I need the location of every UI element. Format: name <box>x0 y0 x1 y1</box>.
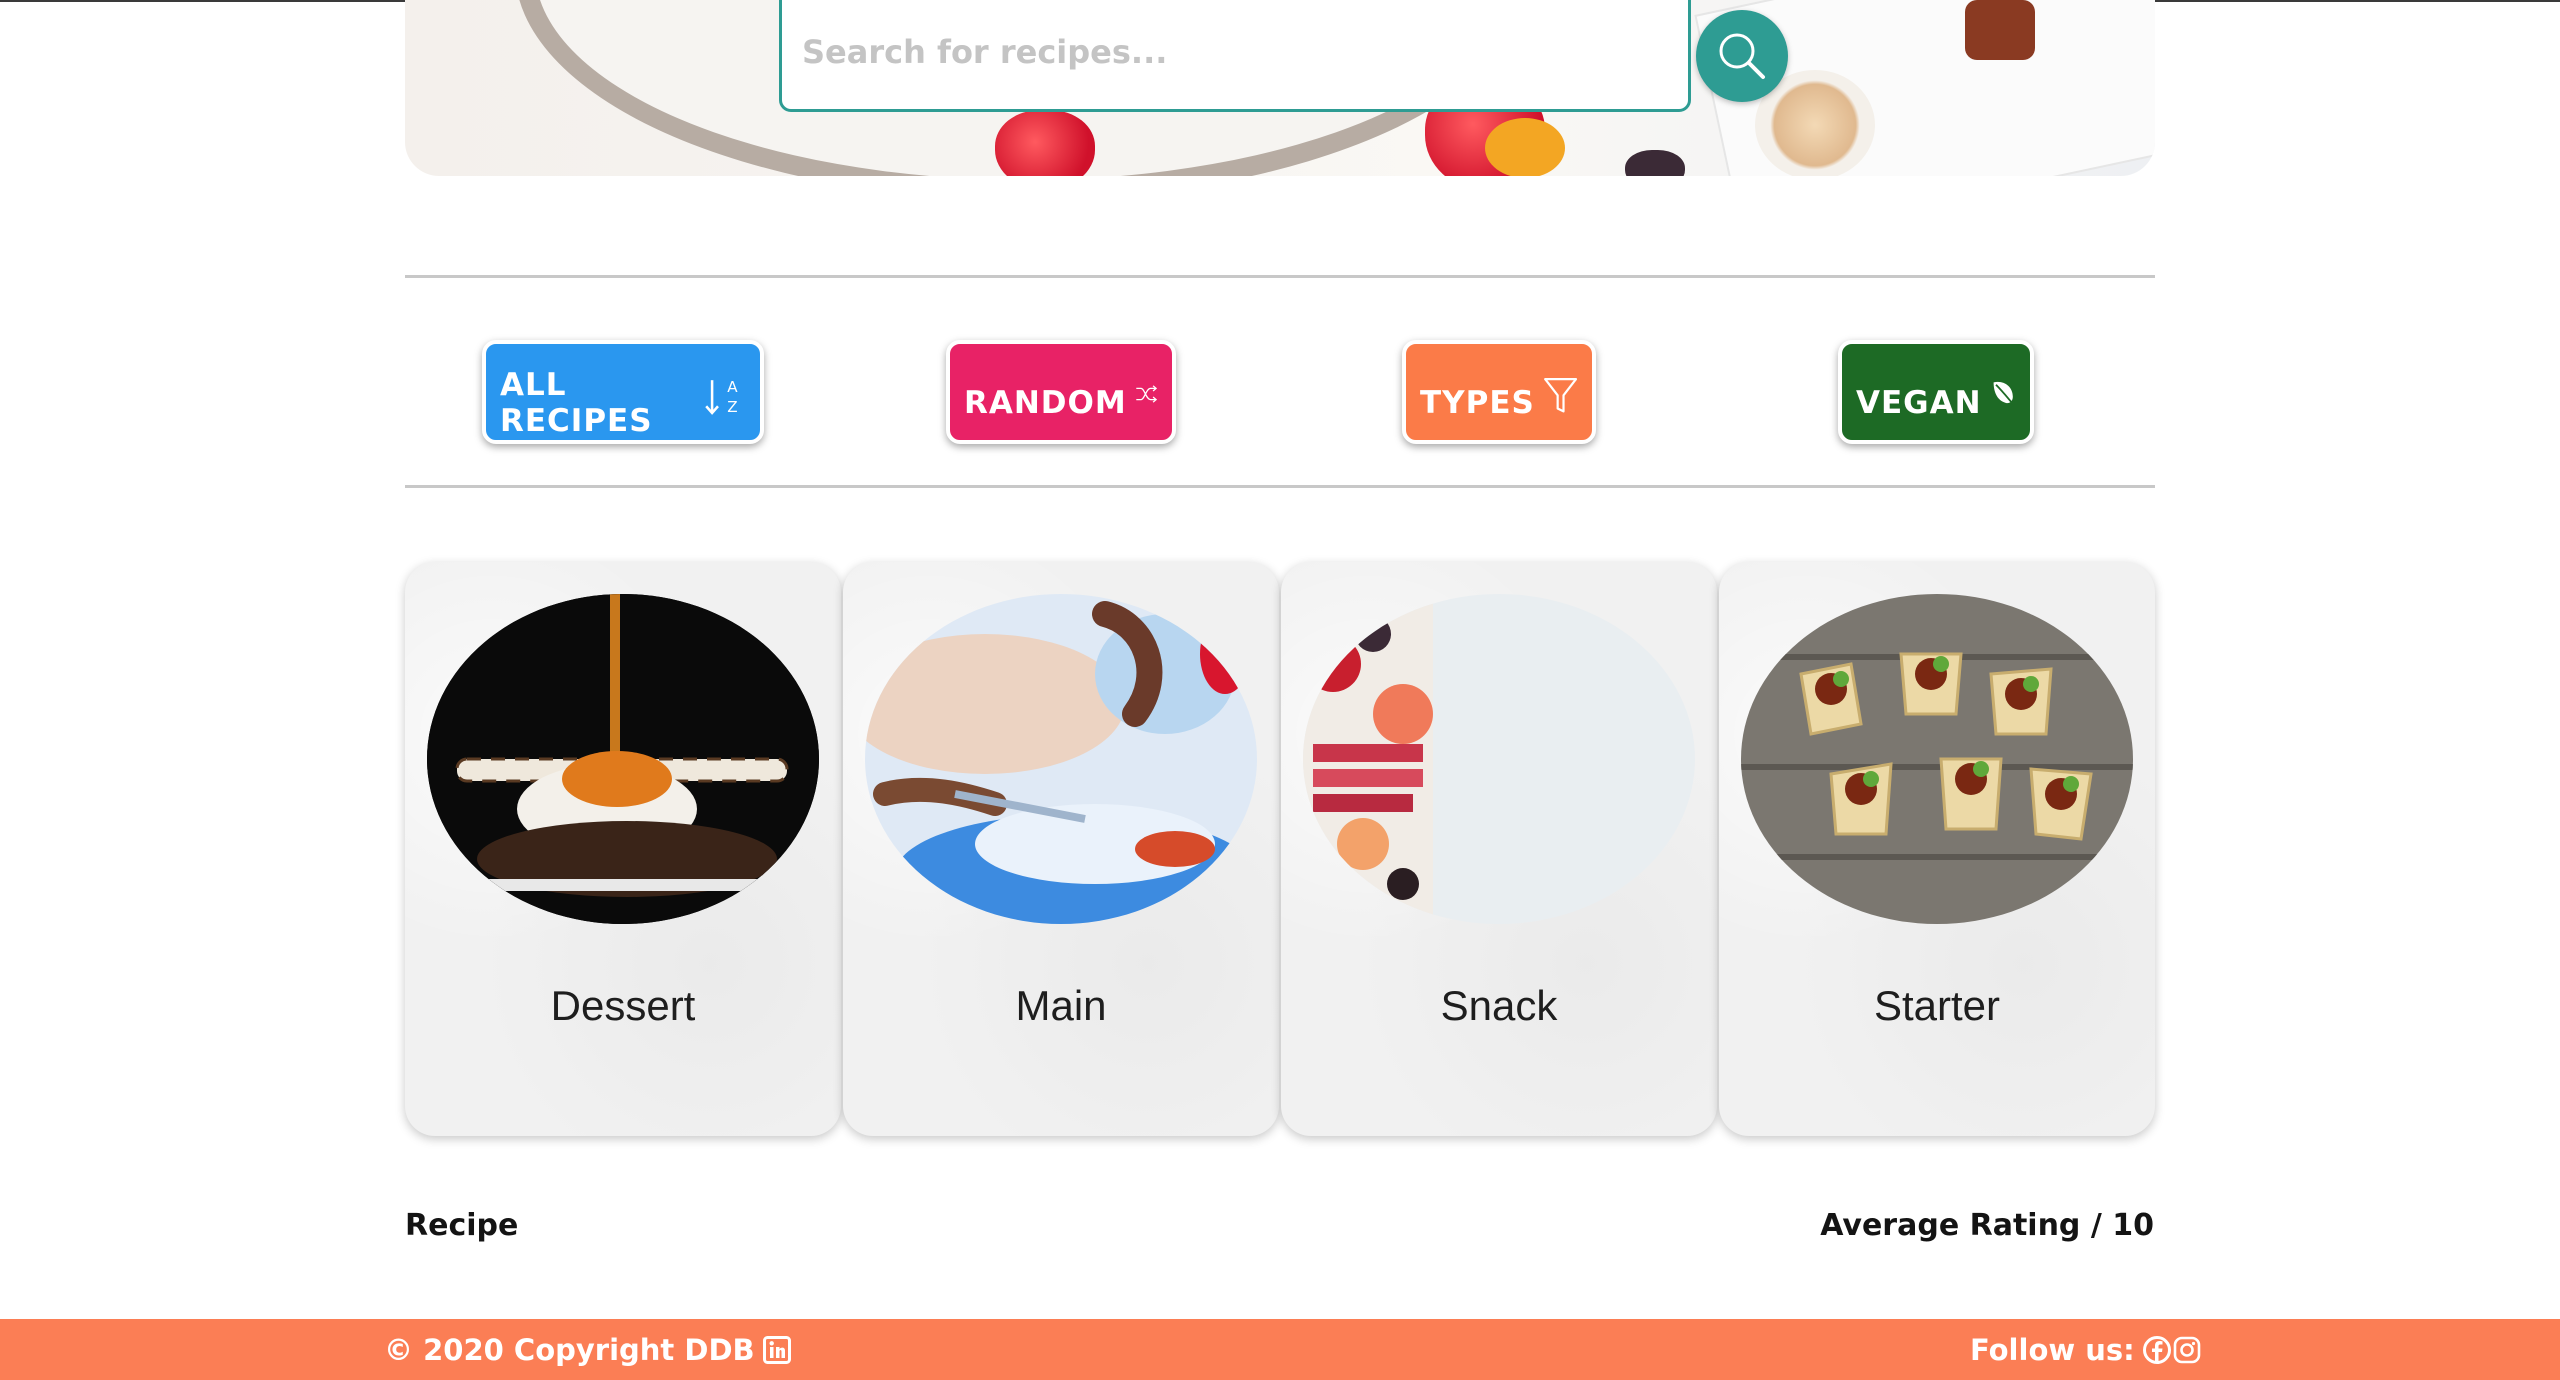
types-label: TYPES <box>1420 385 1535 421</box>
instagram-icon <box>2173 1336 2201 1363</box>
recipe-column-header: Recipe <box>405 1208 519 1243</box>
rating-column-header: Average Rating / 10 <box>1820 1208 2154 1243</box>
facebook-icon <box>2142 1335 2171 1364</box>
svg-text:Z: Z <box>727 398 737 416</box>
category-name: Starter <box>1873 982 2001 1029</box>
category-name: Dessert <box>550 982 696 1029</box>
category-card-main[interactable]: Main <box>843 562 1279 1136</box>
leaf-icon <box>1993 381 2015 406</box>
linkedin-icon <box>762 1335 791 1364</box>
category-name: Main <box>1015 982 1107 1029</box>
strawberry-image <box>1625 150 1685 176</box>
footer-copyright: © 2020 Copyright DDB <box>384 1319 791 1380</box>
svg-text:A: A <box>727 378 738 396</box>
footer: © 2020 Copyright DDB Follow us: <box>0 1319 2560 1380</box>
copyright-text: © 2020 Copyright DDB <box>384 1332 755 1367</box>
divider-bottom <box>405 485 2155 488</box>
all-recipes-button[interactable]: ALL RECIPES A Z <box>482 340 764 444</box>
strawberry-image <box>995 110 1095 176</box>
category-name: Snack <box>1440 982 1558 1029</box>
instagram-link[interactable] <box>2173 1336 2201 1364</box>
orange-slice-image <box>1485 118 1565 176</box>
vegan-button[interactable]: VEGAN <box>1838 340 2034 444</box>
starter-image <box>1741 594 2133 924</box>
category-card-snack[interactable]: Snack <box>1281 562 1717 1136</box>
snack-image <box>1303 594 1695 924</box>
shuffle-icon <box>1136 385 1157 403</box>
random-button[interactable]: RANDOM <box>946 340 1176 444</box>
search-box <box>779 0 1691 112</box>
main-image <box>865 594 1257 924</box>
footer-follow: Follow us: <box>1970 1319 2201 1380</box>
category-card-dessert[interactable]: Dessert <box>405 562 841 1136</box>
vegan-label: VEGAN <box>1856 385 1982 421</box>
types-button[interactable]: TYPES <box>1402 340 1596 444</box>
category-card-starter[interactable]: Starter <box>1719 562 2155 1136</box>
all-recipes-label: ALL RECIPES <box>500 367 653 439</box>
bottle-image <box>1965 0 2035 60</box>
random-label: RANDOM <box>964 385 1127 421</box>
search-icon <box>1719 33 1765 79</box>
sort-alpha-down-icon: A Z <box>705 378 738 416</box>
linkedin-link[interactable] <box>762 1335 791 1364</box>
facebook-link[interactable] <box>2142 1335 2171 1364</box>
search-input[interactable] <box>800 13 1664 91</box>
filter-icon <box>1543 378 1577 413</box>
follow-text: Follow us: <box>1970 1332 2135 1367</box>
dessert-image <box>427 594 819 924</box>
divider-top <box>405 275 2155 278</box>
search-button[interactable] <box>1696 10 1788 102</box>
